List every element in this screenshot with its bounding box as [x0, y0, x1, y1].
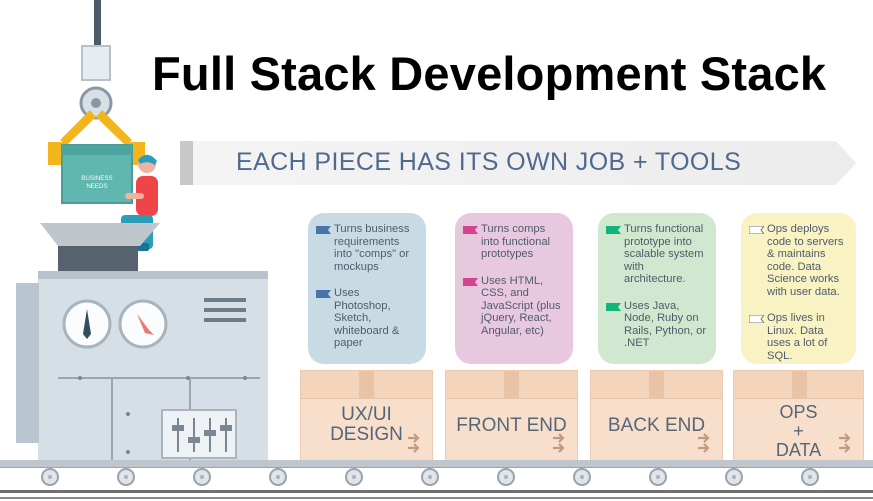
ops-data-info-item-2: Ops lives in Linux. Data uses a lot of S…	[749, 312, 847, 362]
ground-line	[0, 490, 873, 493]
vent-line-2	[204, 308, 246, 312]
ops-data-box: OPS + DATA	[733, 370, 864, 462]
slider-knob-2	[188, 437, 200, 443]
front-end-info-card: Turns comps into functional prototypes U…	[455, 213, 573, 364]
wheel-icon	[573, 468, 591, 486]
ops-data-card-text-2: Ops lives in Linux. Data uses a lot of S…	[767, 312, 828, 362]
ux-ui-card-text-2: Uses Photoshop, Sketch, whiteboard & pap…	[334, 287, 400, 350]
wheel-icon	[725, 468, 743, 486]
banner-ribbon-edge	[180, 141, 193, 185]
front-end-info-item-2: Uses HTML, CSS, and JavaScript (plus jQu…	[463, 274, 564, 338]
back-end-info-card: Turns functional prototype into scalable…	[598, 213, 716, 364]
wheel-icon	[117, 468, 135, 486]
ground-line-shadow	[0, 497, 873, 499]
belt-shadow	[0, 467, 873, 468]
rivet	[126, 412, 130, 416]
wheel-icon	[269, 468, 287, 486]
box-tape	[649, 371, 664, 398]
machine-left-pipe	[16, 283, 39, 443]
box-tape	[359, 371, 374, 398]
wheel-icon	[345, 468, 363, 486]
wheel-icon	[193, 468, 211, 486]
flag-icon	[316, 226, 331, 234]
crane-arm-left	[60, 110, 96, 145]
arrow-right-icon	[406, 433, 424, 453]
vent-line-3	[204, 318, 246, 322]
box-tape	[792, 371, 807, 398]
wheel-icon	[649, 468, 667, 486]
front-end-box: FRONT END	[445, 370, 578, 462]
front-end-card-text-1: Turns comps into functional prototypes	[481, 223, 551, 261]
belt-top	[0, 460, 873, 467]
banner-text: EACH PIECE HAS ITS OWN JOB + TOOLS	[236, 148, 742, 176]
back-end-card-text-1: Turns functional prototype into scalable…	[624, 223, 704, 286]
flag-icon	[606, 302, 621, 311]
business-needs-label-line-2: NEEDS	[86, 183, 107, 190]
worker-arm	[125, 193, 144, 199]
crane-housing	[81, 45, 111, 81]
flag-icon	[749, 226, 764, 234]
slider-knob-4	[220, 425, 232, 431]
crane-rod	[94, 0, 101, 52]
back-end-info-item-2: Uses Java, Node, Ruby on Rails, Python, …	[606, 299, 707, 350]
flag-icon	[463, 226, 478, 234]
wheel-icon	[801, 468, 819, 486]
ux-ui-info-item-2: Uses Photoshop, Sketch, whiteboard & pap…	[316, 287, 417, 350]
infographic-canvas: BUSINESS NEEDS Full Stack Development St…	[0, 0, 873, 501]
vent-line-1	[204, 298, 246, 302]
rivet	[78, 376, 82, 380]
back-end-box: BACK END	[590, 370, 723, 462]
slider-knob-1	[172, 425, 184, 431]
arrow-right-icon	[696, 433, 714, 453]
back-end-card-text-2: Uses Java, Node, Ruby on Rails, Python, …	[624, 299, 707, 350]
flag-icon	[463, 277, 478, 286]
hopper-top	[40, 223, 160, 246]
page-title: Full Stack Development Stack	[152, 47, 827, 100]
crane-arm-right	[96, 110, 132, 145]
wheel-icon	[41, 468, 59, 486]
wheel-icon	[497, 468, 515, 486]
hopper-neck	[58, 246, 138, 271]
ops-data-info-item-1: Ops deploys code to servers & maintains …	[749, 223, 847, 298]
slider-panel	[161, 409, 237, 459]
rivet	[186, 376, 190, 380]
conveyor-belt	[0, 460, 873, 501]
slider-knob-3	[204, 430, 216, 436]
ux-ui-design-box: UX/UI DESIGN	[300, 370, 433, 462]
ops-data-info-card: Ops deploys code to servers & maintains …	[741, 213, 856, 364]
machine-top-strip	[38, 271, 268, 279]
front-end-info-item-1: Turns comps into functional prototypes	[463, 223, 564, 261]
ux-ui-info-item-1: Turns business requirements into "comps"…	[316, 223, 417, 273]
wheel-icon	[421, 468, 439, 486]
flag-icon	[316, 290, 331, 299]
flag-icon	[606, 226, 621, 234]
ux-ui-info-card: Turns business requirements into "comps"…	[308, 213, 426, 364]
arrow-right-icon	[837, 433, 855, 453]
rivet	[243, 376, 247, 380]
crane-pulley-center	[91, 98, 101, 108]
box-tape	[504, 371, 519, 398]
back-end-info-item-1: Turns functional prototype into scalable…	[606, 223, 707, 286]
business-needs-label-line-1: BUSINESS	[81, 175, 112, 182]
ops-data-card-text-1: Ops deploys code to servers & maintains …	[767, 223, 844, 298]
flag-icon	[749, 315, 764, 324]
ux-ui-card-text-1: Turns business requirements into "comps"…	[334, 223, 410, 273]
rivet	[126, 450, 130, 454]
business-needs-box-lid	[62, 145, 132, 155]
front-end-card-text-2: Uses HTML, CSS, and JavaScript (plus jQu…	[481, 274, 561, 337]
arrow-right-icon	[551, 433, 569, 453]
